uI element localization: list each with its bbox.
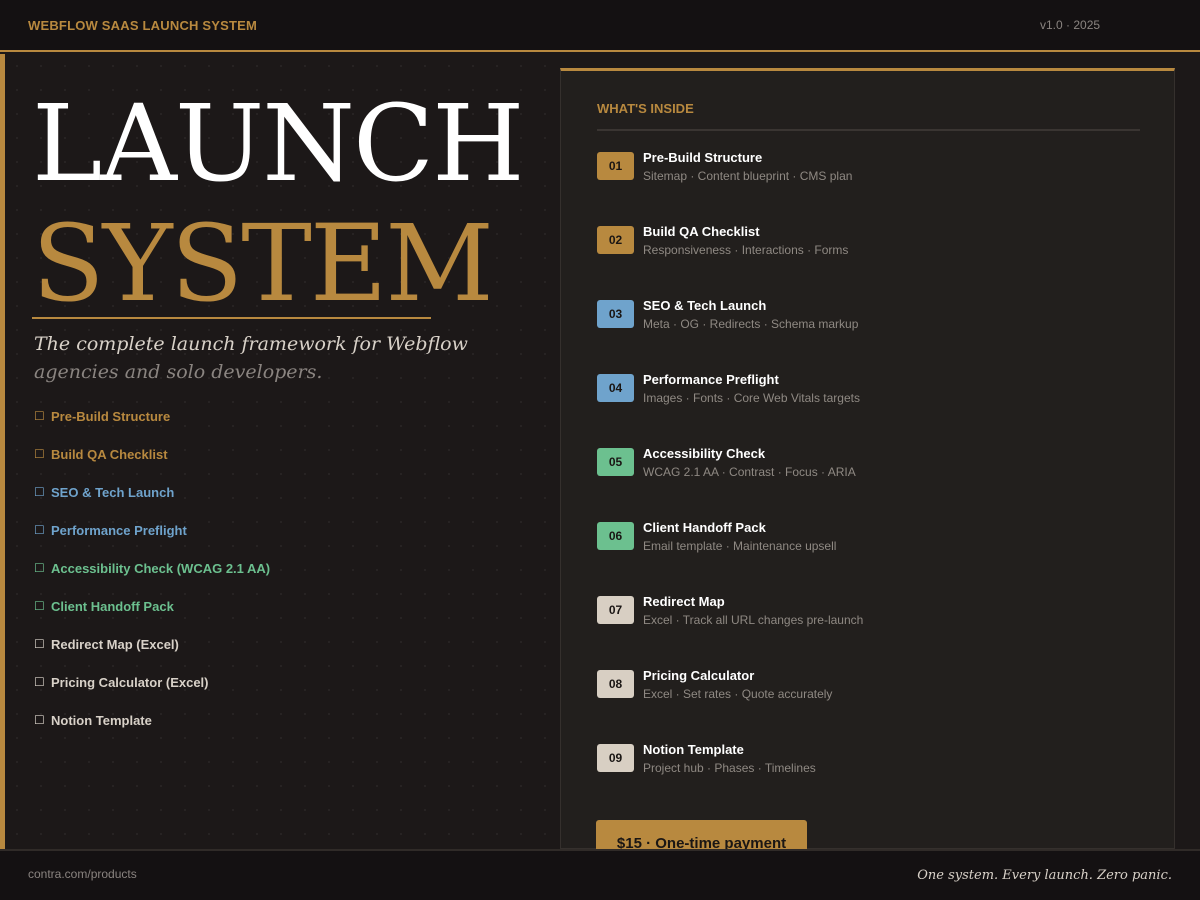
item-title: Redirect Map [643, 594, 725, 609]
tagline-line2: agencies and solo developers. [34, 361, 323, 383]
feature-label: Notion Template [51, 713, 152, 728]
contents-item: 01 Pre-Build Structure Sitemap · Content b… [597, 149, 1157, 223]
feature-label: Pre-Build Structure [51, 409, 171, 424]
item-description: Meta · OG · Redirects · Schema markup [643, 317, 859, 331]
version-label: v1.0 · 2025 [1040, 18, 1101, 32]
feature-label: Redirect Map (Excel) [51, 637, 179, 652]
feature-label: Client Handoff Pack [51, 599, 174, 614]
item-title: SEO & Tech Launch [643, 298, 767, 313]
item-description: WCAG 2.1 AA · Contrast · Focus · ARIA [643, 465, 856, 479]
hero-underline [32, 317, 431, 319]
checkbox-icon: ☐ [34, 561, 45, 575]
contents-item: 04 Performance Preflight Images · Fonts · … [597, 371, 1157, 445]
feature-item: ☐ Performance Preflight [34, 521, 534, 559]
feature-label: SEO & Tech Launch [51, 485, 175, 500]
item-title: Build QA Checklist [643, 224, 760, 239]
footer-url-link[interactable]: contra.com/products [28, 867, 137, 881]
feature-label: Pricing Calculator (Excel) [51, 675, 209, 690]
feature-label: Build QA Checklist [51, 447, 168, 462]
feature-item: ☐ Pricing Calculator (Excel) [34, 673, 534, 711]
checkbox-icon: ☐ [34, 485, 45, 499]
item-title: Pre-Build Structure [643, 150, 763, 165]
item-description: Excel · Set rates · Quote accurately [643, 687, 833, 701]
item-description: Responsiveness · Interactions · Forms [643, 243, 849, 257]
top-bar: WEBFLOW SAAS LAUNCH SYSTEM v1.0 · 2025 [0, 0, 1200, 52]
feature-item: ☐ Notion Template [34, 711, 534, 749]
item-number-badge: 09 [597, 744, 634, 772]
item-title: Notion Template [643, 742, 744, 757]
contents-item: 09 Notion Template Project hub · Phases · … [597, 741, 1157, 815]
contents-item: 02 Build QA Checklist Responsiveness · Int… [597, 223, 1157, 297]
item-number-badge: 01 [597, 152, 634, 180]
checkbox-icon: ☐ [34, 447, 45, 461]
checkbox-icon: ☐ [34, 409, 45, 423]
footer-motto: One system. Every launch. Zero panic. [917, 868, 1172, 883]
contents-item: 08 Pricing Calculator Excel · Set rates · … [597, 667, 1157, 741]
whats-inside-panel: WHAT'S INSIDE 01 Pre-Build Structure Sitem… [560, 68, 1175, 849]
hero-title-line2: SYSTEM [32, 202, 494, 325]
tagline-line1: The complete launch framework for Webflo… [34, 333, 468, 355]
item-title: Pricing Calculator [643, 668, 755, 683]
contents-list: 01 Pre-Build Structure Sitemap · Content b… [597, 149, 1157, 815]
hero-title-line1: LAUNCH [32, 82, 525, 205]
checkbox-icon: ☐ [34, 523, 45, 537]
checkbox-icon: ☐ [34, 637, 45, 651]
item-description: Email template · Maintenance upsell [643, 539, 837, 553]
item-number-badge: 02 [597, 226, 634, 254]
item-number-badge: 06 [597, 522, 634, 550]
item-number-badge: 08 [597, 670, 634, 698]
item-description: Project hub · Phases · Timelines [643, 761, 816, 775]
item-number-badge: 05 [597, 448, 634, 476]
feature-item: ☐ Client Handoff Pack [34, 597, 534, 635]
contents-item: 06 Client Handoff Pack Email template · Ma… [597, 519, 1157, 593]
item-description: Excel · Track all URL changes pre-launch [643, 613, 864, 627]
feature-item: ☐ Pre-Build Structure [34, 407, 534, 445]
feature-list: ☐ Pre-Build Structure ☐ Build QA Checklist ☐… [34, 407, 534, 749]
item-number-badge: 07 [597, 596, 634, 624]
panel-divider [597, 129, 1140, 131]
feature-item: ☐ SEO & Tech Launch [34, 483, 534, 521]
contents-item: 05 Accessibility Check WCAG 2.1 AA · Contr… [597, 445, 1157, 519]
checkbox-icon: ☐ [34, 599, 45, 613]
feature-item: ☐ Build QA Checklist [34, 445, 534, 483]
item-number-badge: 03 [597, 300, 634, 328]
item-title: Performance Preflight [643, 372, 779, 387]
feature-item: ☐ Accessibility Check (WCAG 2.1 AA) [34, 559, 534, 597]
contents-item: 03 SEO & Tech Launch Meta · OG · Redirects… [597, 297, 1157, 371]
checkbox-icon: ☐ [34, 713, 45, 727]
contents-item: 07 Redirect Map Excel · Track all URL chan… [597, 593, 1157, 667]
feature-item: ☐ Redirect Map (Excel) [34, 635, 534, 673]
feature-label: Accessibility Check (WCAG 2.1 AA) [51, 561, 271, 576]
checkbox-icon: ☐ [34, 675, 45, 689]
tagline: The complete launch framework for Webflo… [34, 330, 534, 386]
item-number-badge: 04 [597, 374, 634, 402]
panel-title: WHAT'S INSIDE [597, 101, 694, 116]
footer: contra.com/products One system. Every la… [0, 849, 1200, 900]
item-description: Images · Fonts · Core Web Vitals targets [643, 391, 860, 405]
item-title: Accessibility Check [643, 446, 766, 461]
brand-title: WEBFLOW SAAS LAUNCH SYSTEM [28, 18, 258, 33]
feature-label: Performance Preflight [51, 523, 187, 538]
item-description: Sitemap · Content blueprint · CMS plan [643, 169, 853, 183]
item-title: Client Handoff Pack [643, 520, 766, 535]
